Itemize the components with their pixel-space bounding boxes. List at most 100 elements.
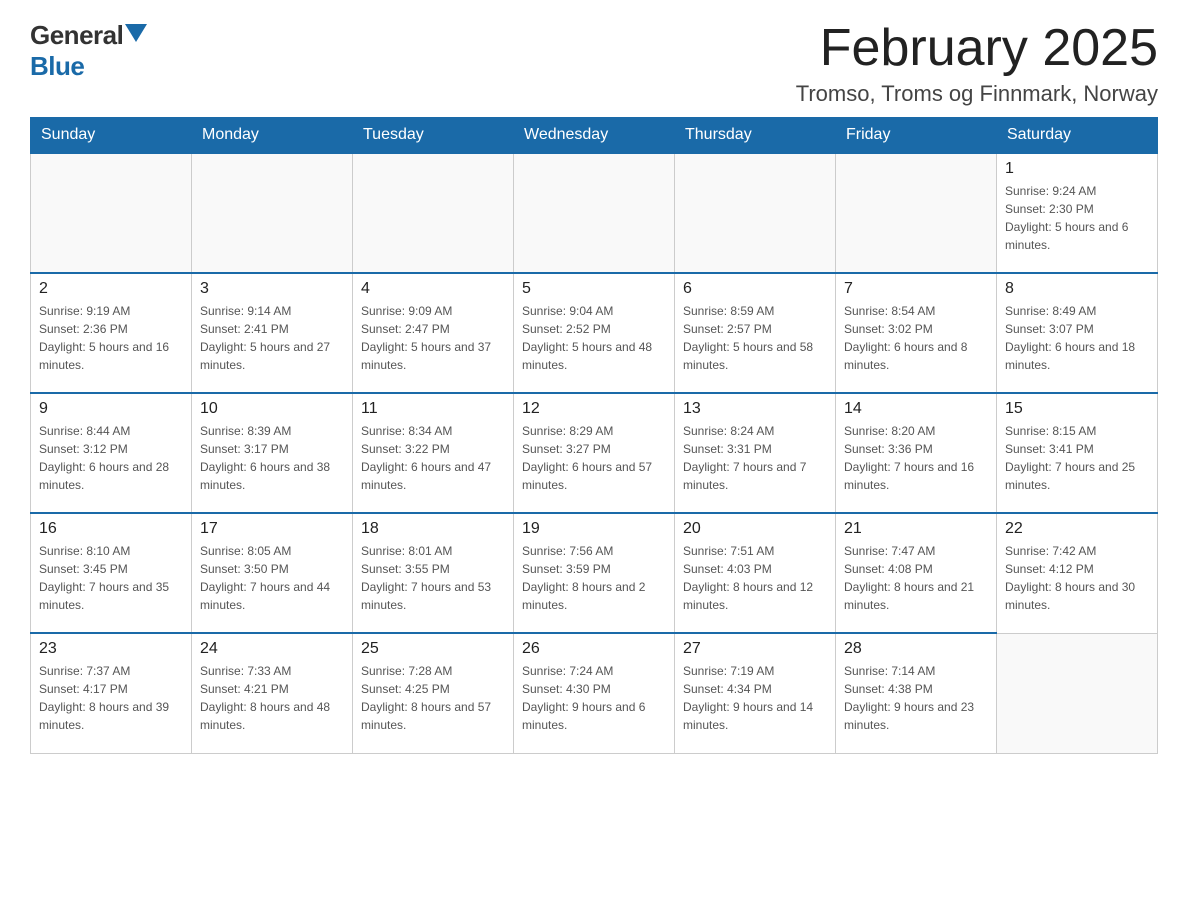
day-info: Sunrise: 8:34 AMSunset: 3:22 PMDaylight:… xyxy=(361,422,505,494)
day-number: 11 xyxy=(361,400,505,418)
day-number: 5 xyxy=(522,280,666,298)
day-info: Sunrise: 8:15 AMSunset: 3:41 PMDaylight:… xyxy=(1005,422,1149,494)
col-saturday: Saturday xyxy=(997,118,1158,154)
day-number: 9 xyxy=(39,400,183,418)
table-cell: 7 Sunrise: 8:54 AMSunset: 3:02 PMDaylight… xyxy=(836,273,997,393)
day-number: 21 xyxy=(844,520,988,538)
day-info: Sunrise: 8:54 AMSunset: 3:02 PMDaylight:… xyxy=(844,302,988,374)
table-cell: 28 Sunrise: 7:14 AMSunset: 4:38 PMDayligh… xyxy=(836,633,997,753)
day-number: 22 xyxy=(1005,520,1149,538)
day-number: 16 xyxy=(39,520,183,538)
day-info: Sunrise: 9:19 AMSunset: 2:36 PMDaylight:… xyxy=(39,302,183,374)
table-cell: 15 Sunrise: 8:15 AMSunset: 3:41 PMDayligh… xyxy=(997,393,1158,513)
day-number: 3 xyxy=(200,280,344,298)
table-cell: 26 Sunrise: 7:24 AMSunset: 4:30 PMDayligh… xyxy=(514,633,675,753)
day-info: Sunrise: 7:37 AMSunset: 4:17 PMDaylight:… xyxy=(39,662,183,734)
day-info: Sunrise: 7:56 AMSunset: 3:59 PMDaylight:… xyxy=(522,542,666,614)
table-cell: 19 Sunrise: 7:56 AMSunset: 3:59 PMDayligh… xyxy=(514,513,675,633)
day-info: Sunrise: 9:04 AMSunset: 2:52 PMDaylight:… xyxy=(522,302,666,374)
day-info: Sunrise: 7:51 AMSunset: 4:03 PMDaylight:… xyxy=(683,542,827,614)
day-number: 7 xyxy=(844,280,988,298)
table-cell xyxy=(31,153,192,273)
table-cell: 23 Sunrise: 7:37 AMSunset: 4:17 PMDayligh… xyxy=(31,633,192,753)
day-info: Sunrise: 7:14 AMSunset: 4:38 PMDaylight:… xyxy=(844,662,988,734)
page-header: General Blue February 2025 Tromso, Troms… xyxy=(30,20,1158,107)
day-number: 23 xyxy=(39,640,183,658)
day-number: 8 xyxy=(1005,280,1149,298)
table-cell: 16Sunrise: 8:10 AMSunset: 3:45 PMDayligh… xyxy=(31,513,192,633)
table-cell: 24 Sunrise: 7:33 AMSunset: 4:21 PMDayligh… xyxy=(192,633,353,753)
day-number: 10 xyxy=(200,400,344,418)
col-monday: Monday xyxy=(192,118,353,154)
col-sunday: Sunday xyxy=(31,118,192,154)
day-number: 4 xyxy=(361,280,505,298)
table-cell: 4 Sunrise: 9:09 AMSunset: 2:47 PMDaylight… xyxy=(353,273,514,393)
day-info: Sunrise: 8:44 AMSunset: 3:12 PMDaylight:… xyxy=(39,422,183,494)
day-number: 6 xyxy=(683,280,827,298)
day-info: Sunrise: 9:09 AMSunset: 2:47 PMDaylight:… xyxy=(361,302,505,374)
day-info: Sunrise: 7:42 AMSunset: 4:12 PMDaylight:… xyxy=(1005,542,1149,614)
day-number: 27 xyxy=(683,640,827,658)
day-number: 2 xyxy=(39,280,183,298)
day-number: 20 xyxy=(683,520,827,538)
table-cell: 8 Sunrise: 8:49 AMSunset: 3:07 PMDaylight… xyxy=(997,273,1158,393)
day-info: Sunrise: 7:19 AMSunset: 4:34 PMDaylight:… xyxy=(683,662,827,734)
day-info: Sunrise: 9:24 AMSunset: 2:30 PMDaylight:… xyxy=(1005,182,1149,254)
logo: General Blue xyxy=(30,20,147,82)
table-cell: 9 Sunrise: 8:44 AMSunset: 3:12 PMDaylight… xyxy=(31,393,192,513)
table-cell xyxy=(353,153,514,273)
table-cell xyxy=(836,153,997,273)
day-info: Sunrise: 7:33 AMSunset: 4:21 PMDaylight:… xyxy=(200,662,344,734)
calendar-header-row: Sunday Monday Tuesday Wednesday Thursday… xyxy=(31,118,1158,154)
logo-triangle-icon xyxy=(125,24,147,42)
table-cell: 13 Sunrise: 8:24 AMSunset: 3:31 PMDayligh… xyxy=(675,393,836,513)
logo-general-text: General xyxy=(30,20,123,51)
table-cell xyxy=(997,633,1158,753)
table-cell xyxy=(514,153,675,273)
table-cell: 12 Sunrise: 8:29 AMSunset: 3:27 PMDayligh… xyxy=(514,393,675,513)
table-cell: 22 Sunrise: 7:42 AMSunset: 4:12 PMDayligh… xyxy=(997,513,1158,633)
day-number: 14 xyxy=(844,400,988,418)
day-number: 15 xyxy=(1005,400,1149,418)
week-row-3: 9 Sunrise: 8:44 AMSunset: 3:12 PMDaylight… xyxy=(31,393,1158,513)
day-info: Sunrise: 8:29 AMSunset: 3:27 PMDaylight:… xyxy=(522,422,666,494)
week-row-4: 16Sunrise: 8:10 AMSunset: 3:45 PMDayligh… xyxy=(31,513,1158,633)
day-number: 25 xyxy=(361,640,505,658)
week-row-2: 2 Sunrise: 9:19 AMSunset: 2:36 PMDaylight… xyxy=(31,273,1158,393)
table-cell: 10 Sunrise: 8:39 AMSunset: 3:17 PMDayligh… xyxy=(192,393,353,513)
table-cell: 3Sunrise: 9:14 AMSunset: 2:41 PMDaylight… xyxy=(192,273,353,393)
table-cell: 14Sunrise: 8:20 AMSunset: 3:36 PMDayligh… xyxy=(836,393,997,513)
table-cell: 17 Sunrise: 8:05 AMSunset: 3:50 PMDayligh… xyxy=(192,513,353,633)
week-row-1: 1Sunrise: 9:24 AMSunset: 2:30 PMDaylight… xyxy=(31,153,1158,273)
col-friday: Friday xyxy=(836,118,997,154)
table-cell xyxy=(192,153,353,273)
title-block: February 2025 Tromso, Troms og Finnmark,… xyxy=(796,20,1158,107)
day-info: Sunrise: 8:01 AMSunset: 3:55 PMDaylight:… xyxy=(361,542,505,614)
table-cell: 5 Sunrise: 9:04 AMSunset: 2:52 PMDaylight… xyxy=(514,273,675,393)
day-info: Sunrise: 8:39 AMSunset: 3:17 PMDaylight:… xyxy=(200,422,344,494)
day-number: 28 xyxy=(844,640,988,658)
logo-blue-text: Blue xyxy=(30,51,84,82)
day-info: Sunrise: 8:59 AMSunset: 2:57 PMDaylight:… xyxy=(683,302,827,374)
table-cell: 27 Sunrise: 7:19 AMSunset: 4:34 PMDayligh… xyxy=(675,633,836,753)
table-cell: 18 Sunrise: 8:01 AMSunset: 3:55 PMDayligh… xyxy=(353,513,514,633)
day-info: Sunrise: 7:47 AMSunset: 4:08 PMDaylight:… xyxy=(844,542,988,614)
day-info: Sunrise: 8:49 AMSunset: 3:07 PMDaylight:… xyxy=(1005,302,1149,374)
day-number: 19 xyxy=(522,520,666,538)
day-info: Sunrise: 7:28 AMSunset: 4:25 PMDaylight:… xyxy=(361,662,505,734)
table-cell: 21 Sunrise: 7:47 AMSunset: 4:08 PMDayligh… xyxy=(836,513,997,633)
day-number: 17 xyxy=(200,520,344,538)
table-cell: 6 Sunrise: 8:59 AMSunset: 2:57 PMDaylight… xyxy=(675,273,836,393)
day-number: 24 xyxy=(200,640,344,658)
day-number: 12 xyxy=(522,400,666,418)
day-info: Sunrise: 8:24 AMSunset: 3:31 PMDaylight:… xyxy=(683,422,827,494)
day-info: Sunrise: 7:24 AMSunset: 4:30 PMDaylight:… xyxy=(522,662,666,734)
day-number: 18 xyxy=(361,520,505,538)
calendar-subtitle: Tromso, Troms og Finnmark, Norway xyxy=(796,81,1158,107)
day-number: 13 xyxy=(683,400,827,418)
calendar-title: February 2025 xyxy=(796,20,1158,77)
table-cell: 11 Sunrise: 8:34 AMSunset: 3:22 PMDayligh… xyxy=(353,393,514,513)
table-cell: 1Sunrise: 9:24 AMSunset: 2:30 PMDaylight… xyxy=(997,153,1158,273)
day-number: 26 xyxy=(522,640,666,658)
day-info: Sunrise: 8:05 AMSunset: 3:50 PMDaylight:… xyxy=(200,542,344,614)
